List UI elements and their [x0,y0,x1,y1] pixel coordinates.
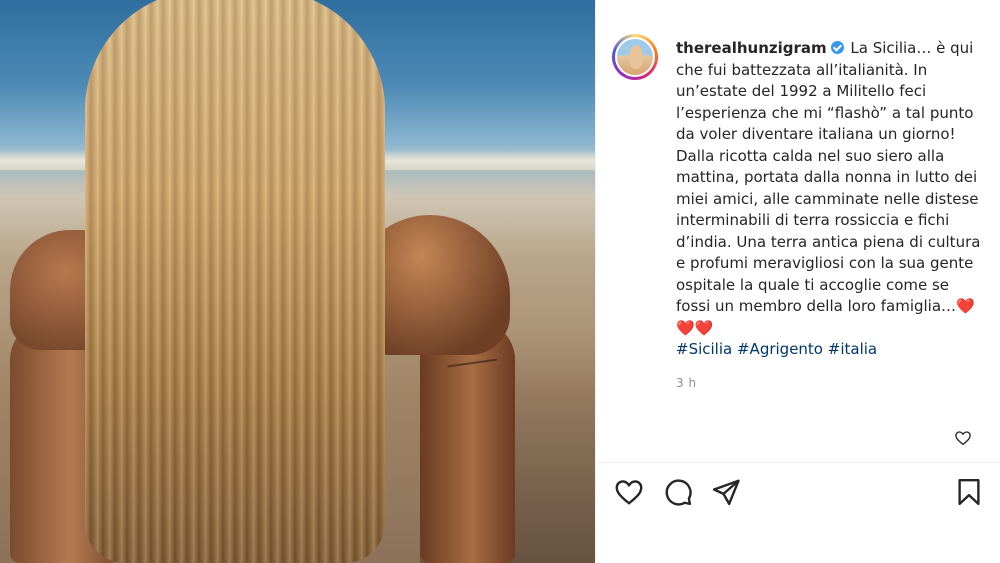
hashtag-sicilia[interactable]: #Sicilia [676,340,732,358]
long-blonde-hair [85,0,385,563]
right-arm [420,320,515,563]
story-ring[interactable] [612,34,658,80]
post-side-panel: therealhunzigram La Sicilia… è qui che f… [596,0,1000,563]
hashtag-italia[interactable]: #italia [828,340,877,358]
verified-badge-icon [830,41,844,54]
bookmark-icon [958,478,980,506]
caption-text-block: therealhunzigram La Sicilia… è qui che f… [676,38,988,361]
post-photo[interactable] [0,0,595,563]
comment-button[interactable] [663,477,693,507]
small-heart-icon[interactable] [954,429,972,447]
comment-icon [665,479,692,506]
author-username[interactable]: therealhunzigram [676,39,827,57]
paper-plane-icon [712,479,740,506]
avatar-face [629,45,643,69]
like-button[interactable] [614,477,644,507]
actions-divider [596,462,1000,463]
heart-outline-icon [615,480,643,505]
share-button[interactable] [711,477,741,507]
caption-text: La Sicilia… è qui che fui battezzata all… [676,39,986,315]
profile-avatar[interactable] [615,37,655,77]
hashtag-agrigento[interactable]: #Agrigento [737,340,823,358]
post-time: 3 h [676,376,697,390]
save-button[interactable] [954,477,984,507]
